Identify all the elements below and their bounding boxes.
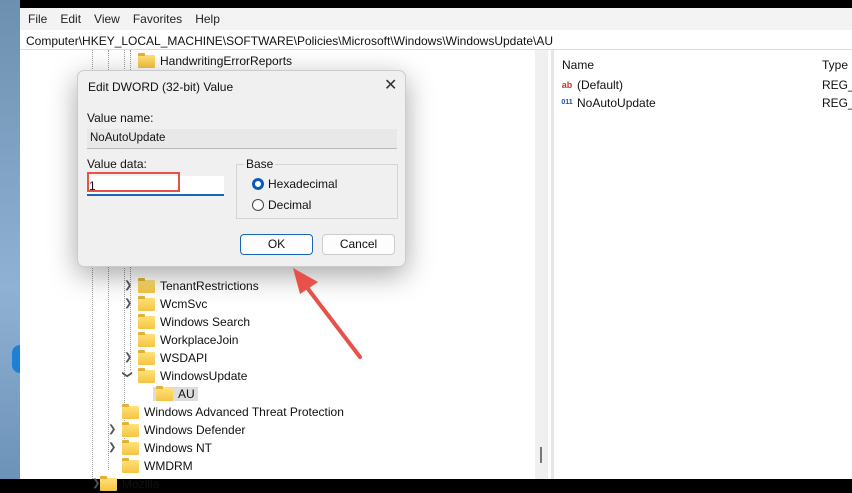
- chevron-right-icon[interactable]: ❯: [108, 424, 116, 435]
- values-list: Name Type ab (Default) REG_SZ 011 NoAuto…: [555, 50, 852, 479]
- ok-button[interactable]: OK: [240, 234, 313, 255]
- tree-item[interactable]: Windows Defender: [122, 421, 245, 439]
- tree-label: Windows Defender: [144, 423, 246, 437]
- folder-icon: [138, 349, 155, 365]
- folder-icon: [138, 367, 155, 383]
- chevron-right-icon[interactable]: ❯: [124, 352, 132, 363]
- base-group: Base Hexadecimal Decimal: [236, 157, 398, 219]
- chevron-right-icon[interactable]: ❯: [108, 442, 116, 453]
- tree-label: Windows NT: [144, 441, 213, 455]
- chevron-right-icon[interactable]: ❯: [124, 298, 132, 309]
- menu-edit[interactable]: Edit: [60, 12, 81, 26]
- tree-item[interactable]: Mozilla: [100, 475, 159, 493]
- menu-file[interactable]: File: [28, 12, 47, 26]
- value-row[interactable]: ab (Default) REG_SZ: [560, 78, 852, 92]
- tree-item[interactable]: WindowsUpdate: [138, 367, 247, 385]
- tree-label: WorkplaceJoin: [160, 333, 239, 347]
- folder-icon: [122, 457, 139, 473]
- value-data-label: Value data:: [87, 157, 147, 171]
- tree-scrollbar[interactable]: [535, 50, 548, 479]
- folder-icon: [138, 52, 155, 68]
- pane-splitter[interactable]: [551, 50, 554, 479]
- base-label: Base: [244, 157, 276, 171]
- folder-icon: [138, 331, 155, 347]
- radio-checked-icon: [252, 178, 264, 190]
- string-value-icon: ab: [561, 80, 573, 90]
- value-row[interactable]: 011 NoAutoUpdate REG_DWORD: [560, 96, 852, 110]
- chevron-down-icon[interactable]: ❯: [122, 370, 133, 378]
- tree-item[interactable]: WSDAPI: [138, 349, 207, 367]
- close-icon[interactable]: ✕: [384, 75, 397, 95]
- tree-item[interactable]: Windows NT: [122, 439, 212, 457]
- tree-label: WSDAPI: [160, 351, 208, 365]
- scrollbar-thumb[interactable]: [540, 447, 542, 463]
- highlight-box: [87, 172, 180, 192]
- address-bar[interactable]: Computer\HKEY_LOCAL_MACHINE\SOFTWARE\Pol…: [20, 30, 852, 50]
- tree-label: WMDRM: [144, 459, 193, 473]
- folder-icon: [156, 385, 173, 401]
- radio-unchecked-icon: [252, 199, 264, 211]
- value-type: REG_SZ: [822, 78, 852, 92]
- radio-label: Decimal: [268, 198, 312, 212]
- radio-hexadecimal[interactable]: Hexadecimal: [252, 177, 337, 191]
- tree-item[interactable]: Windows Advanced Threat Protection: [122, 403, 344, 421]
- value-name: NoAutoUpdate: [577, 96, 656, 110]
- tree-label: WcmSvc: [160, 297, 208, 311]
- menu-bar: File Edit View Favorites Help: [20, 8, 852, 30]
- edit-dword-dialog: Edit DWORD (32-bit) Value ✕ Value name: …: [77, 70, 406, 267]
- tree-label: Windows Advanced Threat Protection: [144, 405, 344, 419]
- tree-item[interactable]: HandwritingErrorReports: [138, 52, 292, 70]
- binary-value-icon: 011: [561, 99, 573, 106]
- tree-label: HandwritingErrorReports: [160, 54, 293, 68]
- tree-label: TenantRestrictions: [160, 279, 259, 293]
- radio-decimal[interactable]: Decimal: [252, 198, 311, 212]
- tree-label: WindowsUpdate: [160, 369, 248, 383]
- tree-item[interactable]: WorkplaceJoin: [138, 331, 238, 349]
- menu-help[interactable]: Help: [195, 12, 220, 26]
- folder-icon: [138, 295, 155, 311]
- folder-icon: [100, 475, 117, 491]
- tree-item-selected[interactable]: AU: [153, 385, 198, 403]
- desktop-background: [0, 0, 24, 479]
- folder-icon: [122, 439, 139, 455]
- menu-view[interactable]: View: [94, 12, 120, 26]
- menu-favorites[interactable]: Favorites: [133, 12, 182, 26]
- column-header-type[interactable]: Type: [822, 58, 848, 72]
- dialog-title: Edit DWORD (32-bit) Value: [88, 80, 234, 94]
- folder-icon: [122, 403, 139, 419]
- column-header-name[interactable]: Name: [562, 58, 594, 72]
- value-type: REG_DWORD: [822, 96, 852, 110]
- tree-label: AU: [178, 387, 195, 401]
- chevron-right-icon[interactable]: ❯: [124, 280, 132, 291]
- value-name-field: NoAutoUpdate: [87, 129, 397, 149]
- cancel-button[interactable]: Cancel: [322, 234, 395, 255]
- tree-label: Windows Search: [160, 315, 251, 329]
- folder-icon: [138, 313, 155, 329]
- folder-icon: [122, 421, 139, 437]
- tree-item[interactable]: Windows Search: [138, 313, 250, 331]
- folder-icon: [138, 277, 155, 293]
- value-name-label: Value name:: [87, 111, 154, 125]
- tree-label: Mozilla: [122, 477, 160, 491]
- radio-label: Hexadecimal: [268, 177, 338, 191]
- value-name: (Default): [577, 78, 624, 92]
- tree-item[interactable]: WcmSvc: [138, 295, 207, 313]
- tree-item[interactable]: TenantRestrictions: [138, 277, 259, 295]
- tree-item[interactable]: WMDRM: [122, 457, 193, 475]
